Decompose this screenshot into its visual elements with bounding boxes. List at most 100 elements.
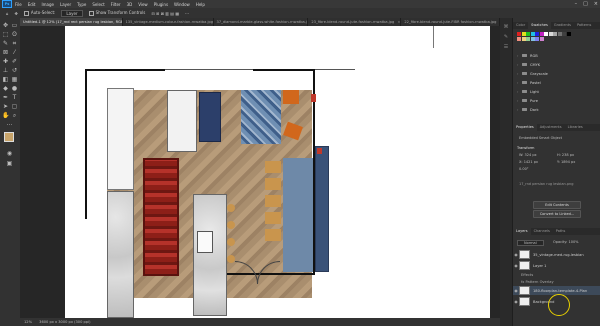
tab-layers[interactable]: Layers [513, 228, 531, 235]
color-swatch[interactable] [521, 37, 526, 41]
document-canvas[interactable] [65, 26, 490, 318]
menu-view[interactable]: View [138, 2, 148, 7]
layer-row[interactable]: fx Pattern Overlay [513, 279, 600, 285]
color-swatch[interactable] [548, 32, 553, 36]
minimize-icon[interactable]: – [575, 1, 578, 7]
color-swatch[interactable] [526, 32, 530, 36]
home-icon[interactable]: ⌂ [6, 11, 9, 16]
color-swatch[interactable] [566, 32, 571, 36]
blur-tool-icon[interactable]: ◆ [2, 85, 9, 92]
foreground-color-swatch[interactable] [4, 132, 14, 142]
history-brush-icon[interactable]: ↺ [11, 67, 18, 74]
healing-brush-icon[interactable]: ✚ [2, 58, 9, 65]
tab-paths[interactable]: Paths [553, 228, 569, 235]
height-field[interactable]: H: 238 px [557, 153, 574, 157]
color-swatch[interactable] [535, 37, 539, 41]
chevron-right-icon[interactable]: › [517, 54, 520, 58]
artboard-tool-icon[interactable]: ▭ [11, 22, 18, 29]
zoom-tool-icon[interactable]: ⌕ [11, 112, 18, 119]
hand-tool-icon[interactable]: ✋ [2, 112, 9, 119]
color-swatch[interactable] [557, 32, 562, 36]
marquee-tool-icon[interactable]: ⬚ [2, 31, 9, 38]
convert-linked-button[interactable]: Convert to Linked... [533, 210, 581, 218]
close-icon[interactable]: × [594, 1, 598, 7]
type-tool-icon[interactable]: T [11, 94, 18, 101]
tab-document[interactable]: 135_vintage-medium-colour-fashion-rnwatb… [122, 18, 214, 26]
menu-plugins[interactable]: Plugins [154, 2, 168, 7]
chevron-right-icon[interactable]: › [517, 63, 520, 67]
chevron-right-icon[interactable]: › [517, 108, 520, 112]
color-swatch[interactable] [517, 32, 521, 36]
tab-channels[interactable]: Channels [531, 228, 553, 235]
opacity-field[interactable]: Opacity: 100% [553, 240, 579, 244]
menu-layer[interactable]: Layer [60, 2, 71, 7]
tab-gradients[interactable]: Gradients [551, 22, 574, 29]
dodge-tool-icon[interactable]: ● [11, 85, 18, 92]
y-field[interactable]: Y: 1894 px [557, 160, 575, 164]
layer-row[interactable]: Effects [513, 272, 600, 278]
more-options-icon[interactable]: ··· [185, 11, 189, 16]
tab-properties[interactable]: Properties [513, 124, 537, 131]
history-icon[interactable]: ⌘ [503, 24, 509, 30]
screen-mode-icon[interactable]: ▣ [6, 160, 13, 167]
more-tools-icon[interactable]: ··· [6, 122, 13, 129]
color-swatch[interactable] [517, 37, 521, 41]
menu-type[interactable]: Type [77, 2, 86, 7]
tab-document-active[interactable]: Untitled-1 @ 12% (17_rnd rect persian ru… [20, 18, 123, 26]
canvas-area[interactable] [20, 26, 500, 318]
color-swatch[interactable] [526, 37, 530, 41]
color-swatch[interactable] [553, 32, 557, 36]
brush-settings-icon[interactable]: ✎ [503, 34, 509, 40]
color-swatch[interactable] [535, 32, 539, 36]
angle-field[interactable]: 0.00° [519, 167, 529, 171]
frame-tool-icon[interactable]: ⊠ [2, 49, 9, 56]
photoshop-logo-icon[interactable]: Ps [2, 0, 12, 8]
swatch-folder[interactable]: › Grayscale [517, 70, 597, 77]
tab-swatches[interactable]: Swatches [528, 22, 551, 29]
tab-document[interactable]: 22_fibre-blend-round-jute-FIBR fashion-r… [401, 18, 500, 26]
chevron-right-icon[interactable]: › [517, 90, 520, 94]
menu-file[interactable]: File [15, 2, 22, 7]
transform-controls-checkbox[interactable] [88, 10, 94, 16]
auto-select-dropdown[interactable]: Layer [61, 9, 83, 17]
chevron-right-icon[interactable]: › [517, 81, 520, 85]
zoom-level[interactable]: 12% [24, 320, 32, 324]
color-swatch[interactable] [562, 32, 566, 36]
move-tool-icon[interactable]: ✥ [2, 22, 9, 29]
move-tool-icon[interactable]: ✥ [15, 11, 18, 16]
pen-tool-icon[interactable]: ✒ [2, 94, 9, 101]
chevron-right-icon[interactable]: › [517, 72, 520, 76]
eraser-icon[interactable]: ◧ [2, 76, 9, 83]
layer-row[interactable]: ◉ 35_vintage-med-rug-lesbian [513, 250, 600, 259]
quick-select-icon[interactable]: ✎ [2, 40, 9, 47]
menu-image[interactable]: Image [41, 2, 54, 7]
maximize-icon[interactable]: □ [583, 1, 588, 7]
menu-filter[interactable]: Filter [111, 2, 121, 7]
menu-edit[interactable]: Edit [28, 2, 36, 7]
color-swatch[interactable] [530, 37, 535, 41]
x-field[interactable]: X: 1421 px [519, 160, 538, 164]
tab-document[interactable]: 37_diamond-marble-glass-white-fashion-rn… [213, 18, 309, 26]
align-icons[interactable]: ⊟ ⊞ ⊠ ▥ ▤ ▦ [151, 11, 179, 16]
brush-tool-icon[interactable]: ✐ [11, 58, 18, 65]
color-swatch[interactable] [539, 32, 544, 36]
path-select-icon[interactable]: ➤ [2, 103, 9, 110]
swatch-folder[interactable]: › Pastel [517, 79, 597, 86]
eyedropper-icon[interactable]: ⁄ [11, 49, 18, 56]
quick-mask-icon[interactable]: ◉ [6, 150, 13, 157]
chevron-right-icon[interactable]: › [517, 99, 520, 103]
layer-row[interactable]: ◉ Layer 1 [513, 261, 600, 270]
color-swatch[interactable] [544, 32, 548, 36]
color-swatch[interactable] [530, 32, 535, 36]
swatch-folder[interactable]: › RGB [517, 52, 597, 59]
tab-adjustments[interactable]: Adjustments [537, 124, 565, 131]
tab-color[interactable]: Color [513, 22, 528, 29]
swatch-folder[interactable]: › Light [517, 88, 597, 95]
blend-mode-dropdown[interactable]: Normal [517, 240, 544, 246]
libraries-icon[interactable]: ☰ [503, 44, 509, 50]
swatch-folder[interactable]: › Pure [517, 97, 597, 104]
color-swatch[interactable] [521, 32, 526, 36]
edit-contents-button[interactable]: Edit Contents [533, 201, 581, 209]
clone-stamp-icon[interactable]: ⊥ [2, 67, 9, 74]
menu-select[interactable]: Select [92, 2, 104, 7]
